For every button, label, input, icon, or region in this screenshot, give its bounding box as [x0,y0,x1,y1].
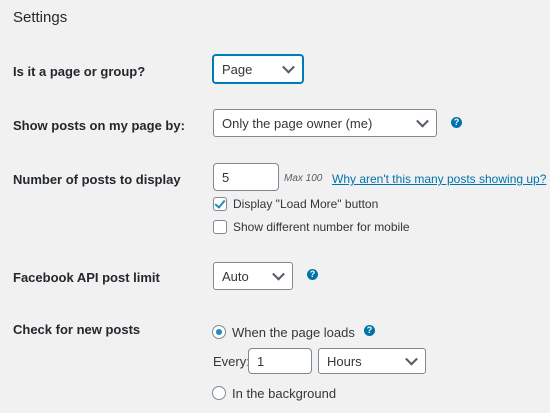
show-posts-by-value: Only the page owner (me) [222,115,373,131]
help-icon[interactable]: ? [451,117,462,128]
every-input[interactable]: 1 [248,348,312,374]
max-posts-note: Max 100 [284,173,323,184]
every-value: 1 [257,353,265,369]
help-icon[interactable]: ? [364,325,375,336]
api-limit-label: Facebook API post limit [13,270,160,285]
show-posts-by-label: Show posts on my page by: [13,118,185,133]
every-label: Every: [213,354,250,369]
checkmark-icon [214,197,226,209]
posts-help-link[interactable]: Why aren't this many posts showing up? [332,172,546,186]
num-posts-input[interactable]: 5 [213,163,279,191]
every-unit-value: Hours [327,353,362,369]
every-unit-select[interactable]: Hours [318,348,426,374]
page-or-group-select[interactable]: Page [213,55,303,83]
mobile-number-checkbox[interactable] [213,220,227,234]
load-more-label: Display "Load More" button [233,197,379,211]
radio-page-loads-label: When the page loads [232,325,355,340]
new-posts-label: Check for new posts [13,322,141,337]
chevron-down-icon [272,267,285,281]
radio-page-loads[interactable] [212,325,226,339]
page-or-group-label: Is it a page or group? [13,64,146,79]
mobile-number-label: Show different number for mobile [233,220,410,234]
radio-selected-dot [216,329,222,335]
radio-background[interactable] [212,386,226,400]
radio-background-label: In the background [232,386,337,401]
api-limit-select[interactable]: Auto [213,262,293,290]
page-or-group-value: Page [222,61,253,77]
load-more-checkbox[interactable] [213,197,227,211]
chevron-down-icon [416,114,429,128]
api-limit-value: Auto [222,268,249,284]
section-title: Settings [13,9,68,26]
num-posts-value: 5 [222,169,230,185]
help-icon[interactable]: ? [307,269,318,280]
num-posts-label: Number of posts to display [13,172,181,187]
show-posts-by-select[interactable]: Only the page owner (me) [213,109,437,137]
chevron-down-icon [405,352,418,366]
chevron-down-icon [282,60,295,74]
